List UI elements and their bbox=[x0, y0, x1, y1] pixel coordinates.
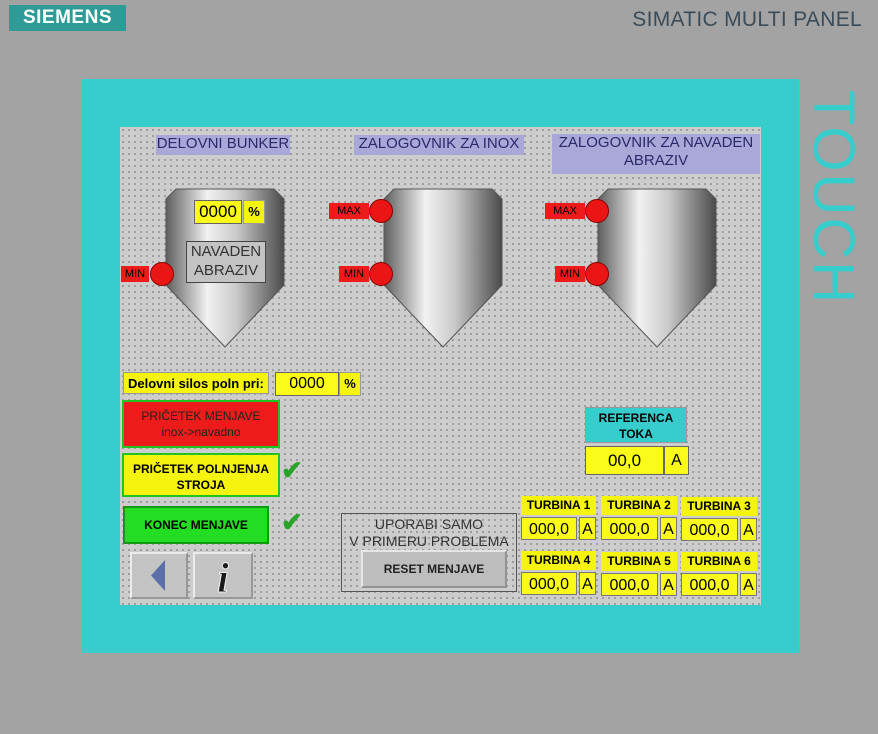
inox-max-label: MAX bbox=[329, 203, 369, 219]
delovni-material-line2: ABRAZIV bbox=[193, 262, 259, 279]
turbine-4-value: 000,0 bbox=[521, 572, 577, 595]
start-change-line2: inox->navadno bbox=[161, 425, 241, 439]
start-change-line1: PRIČETEK MENJAVE bbox=[141, 409, 261, 423]
back-button[interactable] bbox=[130, 552, 188, 599]
turbine-2-value: 000,0 bbox=[601, 517, 658, 540]
turbine-5-unit: A bbox=[660, 573, 677, 596]
start-fill-line1: PRIČETEK POLNJENJA bbox=[132, 462, 270, 476]
navaden-min-label: MIN bbox=[555, 266, 585, 282]
silo-navaden-graphic bbox=[597, 188, 717, 348]
reset-note-line1: UPORABI SAMO bbox=[374, 516, 484, 532]
delovni-material-label: NAVADEN ABRAZIV bbox=[186, 241, 266, 283]
turbine-2-label: TURBINA 2 bbox=[601, 496, 677, 515]
start-change-button[interactable]: PRIČETEK MENJAVE inox->navadno bbox=[122, 400, 280, 448]
reference-flow-line2: TOKA bbox=[619, 427, 653, 441]
info-icon-glyph: i bbox=[217, 556, 229, 597]
siemens-logo: SIEMENS bbox=[9, 5, 126, 31]
turbine-6-label: TURBINA 6 bbox=[681, 552, 757, 571]
inox-min-indicator bbox=[369, 262, 393, 286]
fill-setpoint-input[interactable]: 0000 bbox=[275, 372, 339, 396]
turbine-5-value: 000,0 bbox=[601, 573, 658, 596]
silo-title-delovni: DELOVNI BUNKER bbox=[156, 135, 290, 155]
turbine-6-unit: A bbox=[740, 573, 757, 596]
navaden-max-indicator bbox=[585, 199, 609, 223]
touch-text: TOUCH bbox=[802, 90, 866, 305]
reference-flow-label: REFERENCA TOKA bbox=[585, 407, 687, 443]
end-change-button[interactable]: KONEC MENJAVE bbox=[123, 506, 269, 544]
start-fill-line2: STROJA bbox=[176, 478, 226, 492]
turbine-2-unit: A bbox=[660, 517, 677, 540]
turbine-3-unit: A bbox=[740, 518, 757, 541]
turbine-4-label: TURBINA 4 bbox=[521, 551, 596, 570]
start-fill-button[interactable]: PRIČETEK POLNJENJA STROJA bbox=[122, 453, 280, 497]
reference-flow-unit: A bbox=[664, 446, 689, 475]
silo-title-inox: ZALOGOVNIK ZA INOX bbox=[354, 135, 524, 155]
silo-inox-graphic bbox=[383, 188, 503, 348]
silo-title-navaden-line2: ABRAZIV bbox=[623, 152, 689, 169]
silo-title-navaden-line1: ZALOGOVNIK ZA NAVADEN bbox=[558, 134, 754, 151]
turbine-1-label: TURBINA 1 bbox=[521, 496, 596, 515]
reset-change-button[interactable]: RESET MENJAVE bbox=[361, 550, 507, 588]
inox-min-label: MIN bbox=[339, 266, 369, 282]
turbine-6-value: 000,0 bbox=[681, 573, 738, 596]
panel-model-label: SIMATIC MULTI PANEL bbox=[632, 8, 862, 31]
turbine-1-unit: A bbox=[579, 517, 596, 540]
reference-flow-input[interactable]: 00,0 bbox=[585, 446, 664, 475]
silo-title-navaden: ZALOGOVNIK ZA NAVADEN ABRAZIV bbox=[552, 134, 760, 174]
reference-flow-line1: REFERENCA bbox=[598, 411, 674, 425]
turbine-3-value: 000,0 bbox=[681, 518, 738, 541]
inox-max-indicator bbox=[369, 199, 393, 223]
turbine-5-label: TURBINA 5 bbox=[601, 552, 677, 571]
delovni-level-value: 0000 bbox=[194, 200, 242, 224]
turbine-1-value: 000,0 bbox=[521, 517, 577, 540]
hmi-screen: DELOVNI BUNKER ZALOGOVNIK ZA INOX ZALOGO… bbox=[120, 127, 761, 605]
reset-note-line2: V PRIMERU PROBLEMA bbox=[349, 533, 509, 549]
fill-setpoint-unit: % bbox=[339, 372, 361, 396]
delovni-min-indicator bbox=[150, 262, 174, 286]
delovni-min-label: MIN bbox=[121, 266, 149, 282]
turbine-3-label: TURBINA 3 bbox=[681, 497, 757, 516]
delovni-material-line1: NAVADEN bbox=[190, 243, 262, 260]
delovni-level-unit: % bbox=[243, 200, 265, 224]
navaden-min-indicator bbox=[585, 262, 609, 286]
back-arrow-icon bbox=[151, 560, 165, 591]
turbine-4-unit: A bbox=[579, 572, 596, 595]
fill-setpoint-label: Delovni silos poln pri: bbox=[123, 372, 269, 394]
end-change-checkmark-icon: ✔ bbox=[281, 507, 303, 537]
start-fill-checkmark-icon: ✔ bbox=[281, 455, 303, 485]
touch-label: TOUCH bbox=[802, 90, 866, 305]
info-button[interactable]: i bbox=[193, 552, 253, 603]
info-icon: i bbox=[217, 556, 230, 603]
navaden-max-label: MAX bbox=[545, 203, 585, 219]
